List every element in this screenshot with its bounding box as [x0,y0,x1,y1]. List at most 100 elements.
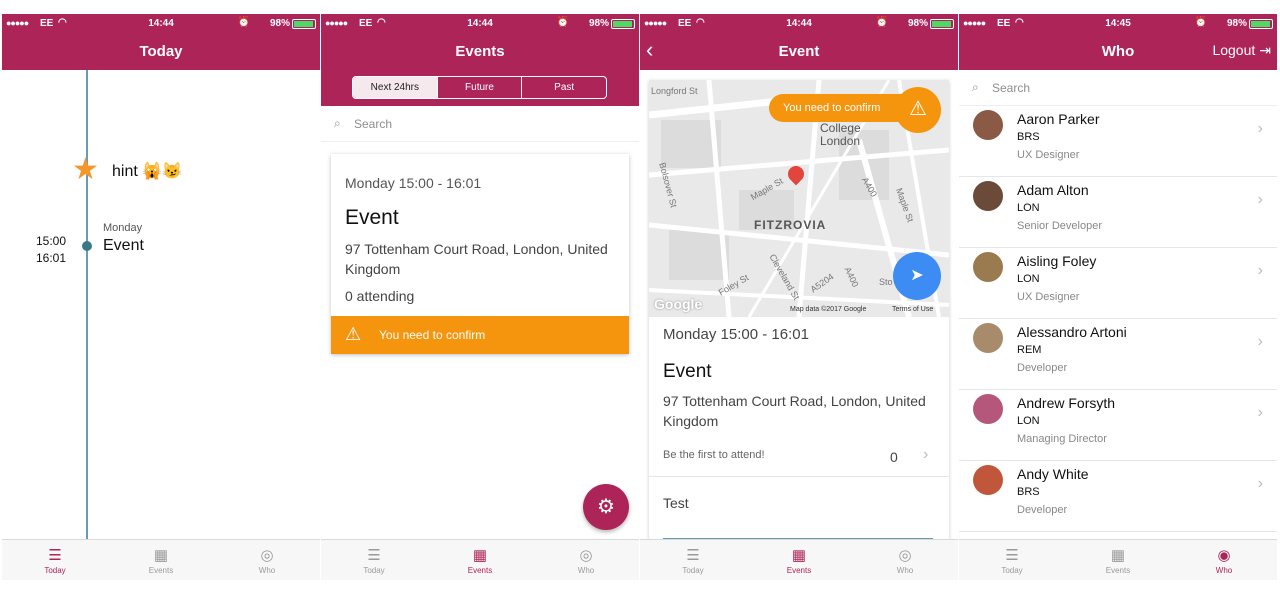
tab-today[interactable]: ☰ Today [959,540,1065,580]
page-title: Events [455,43,505,60]
chevron-right-icon: › [1257,191,1263,208]
status-bar: ●●●●● EE ◠ 14:44 ⏰ 98% [321,14,639,34]
search-placeholder: Search [354,117,393,131]
tab-bar: ☰ Today ▦ Events ◉ Who [959,539,1277,580]
gear-icon: ⚙ [597,496,615,518]
event-title[interactable]: Event [103,237,144,255]
person-office: LON [1017,202,1040,214]
person-name: Aisling Foley [1017,253,1097,269]
logout-label: Logout [1212,42,1256,58]
event-card[interactable]: Monday 15:00 - 16:01 Event 97 Tottenham … [331,154,629,354]
status-bar: ●●●●● EE ◠ 14:44 ⏰ 98% [640,14,958,34]
event-when: Monday 15:00 - 16:01 [345,175,482,191]
chevron-right-icon: › [1257,333,1263,350]
start-time: 15:00 [36,234,67,248]
list-icon: ☰ [1005,547,1019,564]
end-time: 16:01 [36,251,67,265]
event-title: Event [345,206,399,229]
tab-events[interactable]: ▦ Events [108,540,214,580]
attendees-row[interactable]: Be the first to attend! [663,449,765,461]
tab-events[interactable]: ▦ Events [1065,540,1171,580]
list-item[interactable]: Andrew Forsyth LON Managing Director › [959,390,1277,461]
segment-past[interactable]: Past [522,77,606,98]
segment-future[interactable]: Future [438,77,523,98]
battery-percent: 98% [269,18,290,29]
battery-icon [1249,19,1273,29]
confirm-banner[interactable]: ⚠ You need to confirm [331,316,629,354]
event-map[interactable]: Longford St College London Bolsover St M… [649,80,949,317]
logout-button[interactable]: Logout ⇥ [1212,42,1271,59]
search-input[interactable]: ⌕ Search [321,106,639,142]
calendar-icon: ▦ [1110,547,1126,564]
avatar [973,323,1003,353]
list-item[interactable]: Alessandro Artoni REM Developer › [959,319,1277,390]
tab-events[interactable]: ▦ Events [746,540,852,580]
person-office: REM [1017,344,1042,356]
map-label: Longford St [651,86,698,96]
tab-today[interactable]: ☰ Today [640,540,746,580]
attending-count: 0 attending [345,288,415,304]
search-icon: ⌕ [972,80,979,94]
calendar-icon: ▦ [791,547,807,564]
list-item[interactable]: Adam Alton LON Senior Developer › [959,177,1277,248]
nav-bar: Who Logout ⇥ [959,34,1277,70]
timeline-line [86,70,88,539]
page-title: Today [139,43,183,60]
event-title: Event [663,361,712,382]
person-office: BRS [1017,486,1040,498]
chevron-right-icon: › [1257,475,1263,492]
avatar [973,181,1003,211]
screens: ●●●●● EE ◠ 14:44 ⏰ 98% Today ★ hint 🙀😼 1… [0,0,1280,598]
tab-bar: ☰ Today ▦ Events ◎ Who [2,539,320,580]
chevron-right-icon: › [1257,404,1263,421]
list-icon: ☰ [367,547,381,564]
tab-bar: ☰ Today ▦ Events ◎ Who [640,539,958,580]
person-role: Managing Director [1017,433,1107,445]
tab-today[interactable]: ☰ Today [2,540,108,580]
events-screen: ●●●●● EE ◠ 14:44 ⏰ 98% Events Next 24hrs… [321,14,639,580]
timeline-dot [82,241,92,251]
person-name: Adam Alton [1017,182,1089,198]
tab-today[interactable]: ☰ Today [321,540,427,580]
settings-button[interactable]: ⚙ [583,484,629,530]
list-item[interactable]: Aisling Foley LON UX Designer › [959,248,1277,319]
event-detail-screen: ●●●●● EE ◠ 14:44 ⏰ 98% ‹ Event Longford … [640,14,958,580]
person-office: LON [1017,273,1040,285]
list-item[interactable]: Andy White BRS Developer › [959,461,1277,532]
divider [649,476,949,477]
alarm-icon: ⏰ [237,17,250,28]
warning-icon[interactable]: ⚠ [895,87,941,133]
alarm-icon: ⏰ [1194,17,1207,28]
list-item[interactable]: Aaron Parker BRS UX Designer › [959,106,1277,177]
person-office: LON [1017,415,1040,427]
chevron-right-icon: › [1257,120,1263,137]
attendee-count: 0 [890,449,898,465]
search-input[interactable]: ⌕ Search [959,70,1277,106]
segment-bar: Next 24hrs Future Past [321,70,639,106]
search-icon: ⌕ [334,116,341,130]
tab-who[interactable]: ◎ Who [214,540,320,580]
tab-who[interactable]: ◉ Who [1171,540,1277,580]
person-role: Developer [1017,362,1068,374]
tab-who[interactable]: ◎ Who [533,540,639,580]
hint-text[interactable]: hint 🙀😼 [112,161,182,181]
tab-who[interactable]: ◎ Who [852,540,958,580]
list-icon: ☰ [48,547,62,564]
tab-events[interactable]: ▦ Events [427,540,533,580]
chevron-right-icon[interactable]: › [923,446,928,464]
segment-next-24hrs[interactable]: Next 24hrs [353,77,438,98]
warning-icon: ⚠ [345,324,362,344]
status-bar: ●●●●● EE ◠ 14:44 ⏰ 98% [2,14,320,34]
chevron-right-icon: › [1257,262,1263,279]
event-address: 97 Tottenham Court Road, London, United … [345,241,608,277]
battery-icon [292,19,316,29]
person-name: Andrew Forsyth [1017,395,1116,411]
google-logo: Google [654,296,703,312]
nav-bar: Today [2,34,320,70]
navigate-button[interactable]: ➤ [893,252,941,300]
people-icon: ◎ [579,547,593,564]
person-role: Senior Developer [1017,220,1102,232]
person-office: BRS [1017,131,1040,143]
people-icon: ◎ [260,547,274,564]
terms-link[interactable]: Terms of Use [892,306,933,313]
